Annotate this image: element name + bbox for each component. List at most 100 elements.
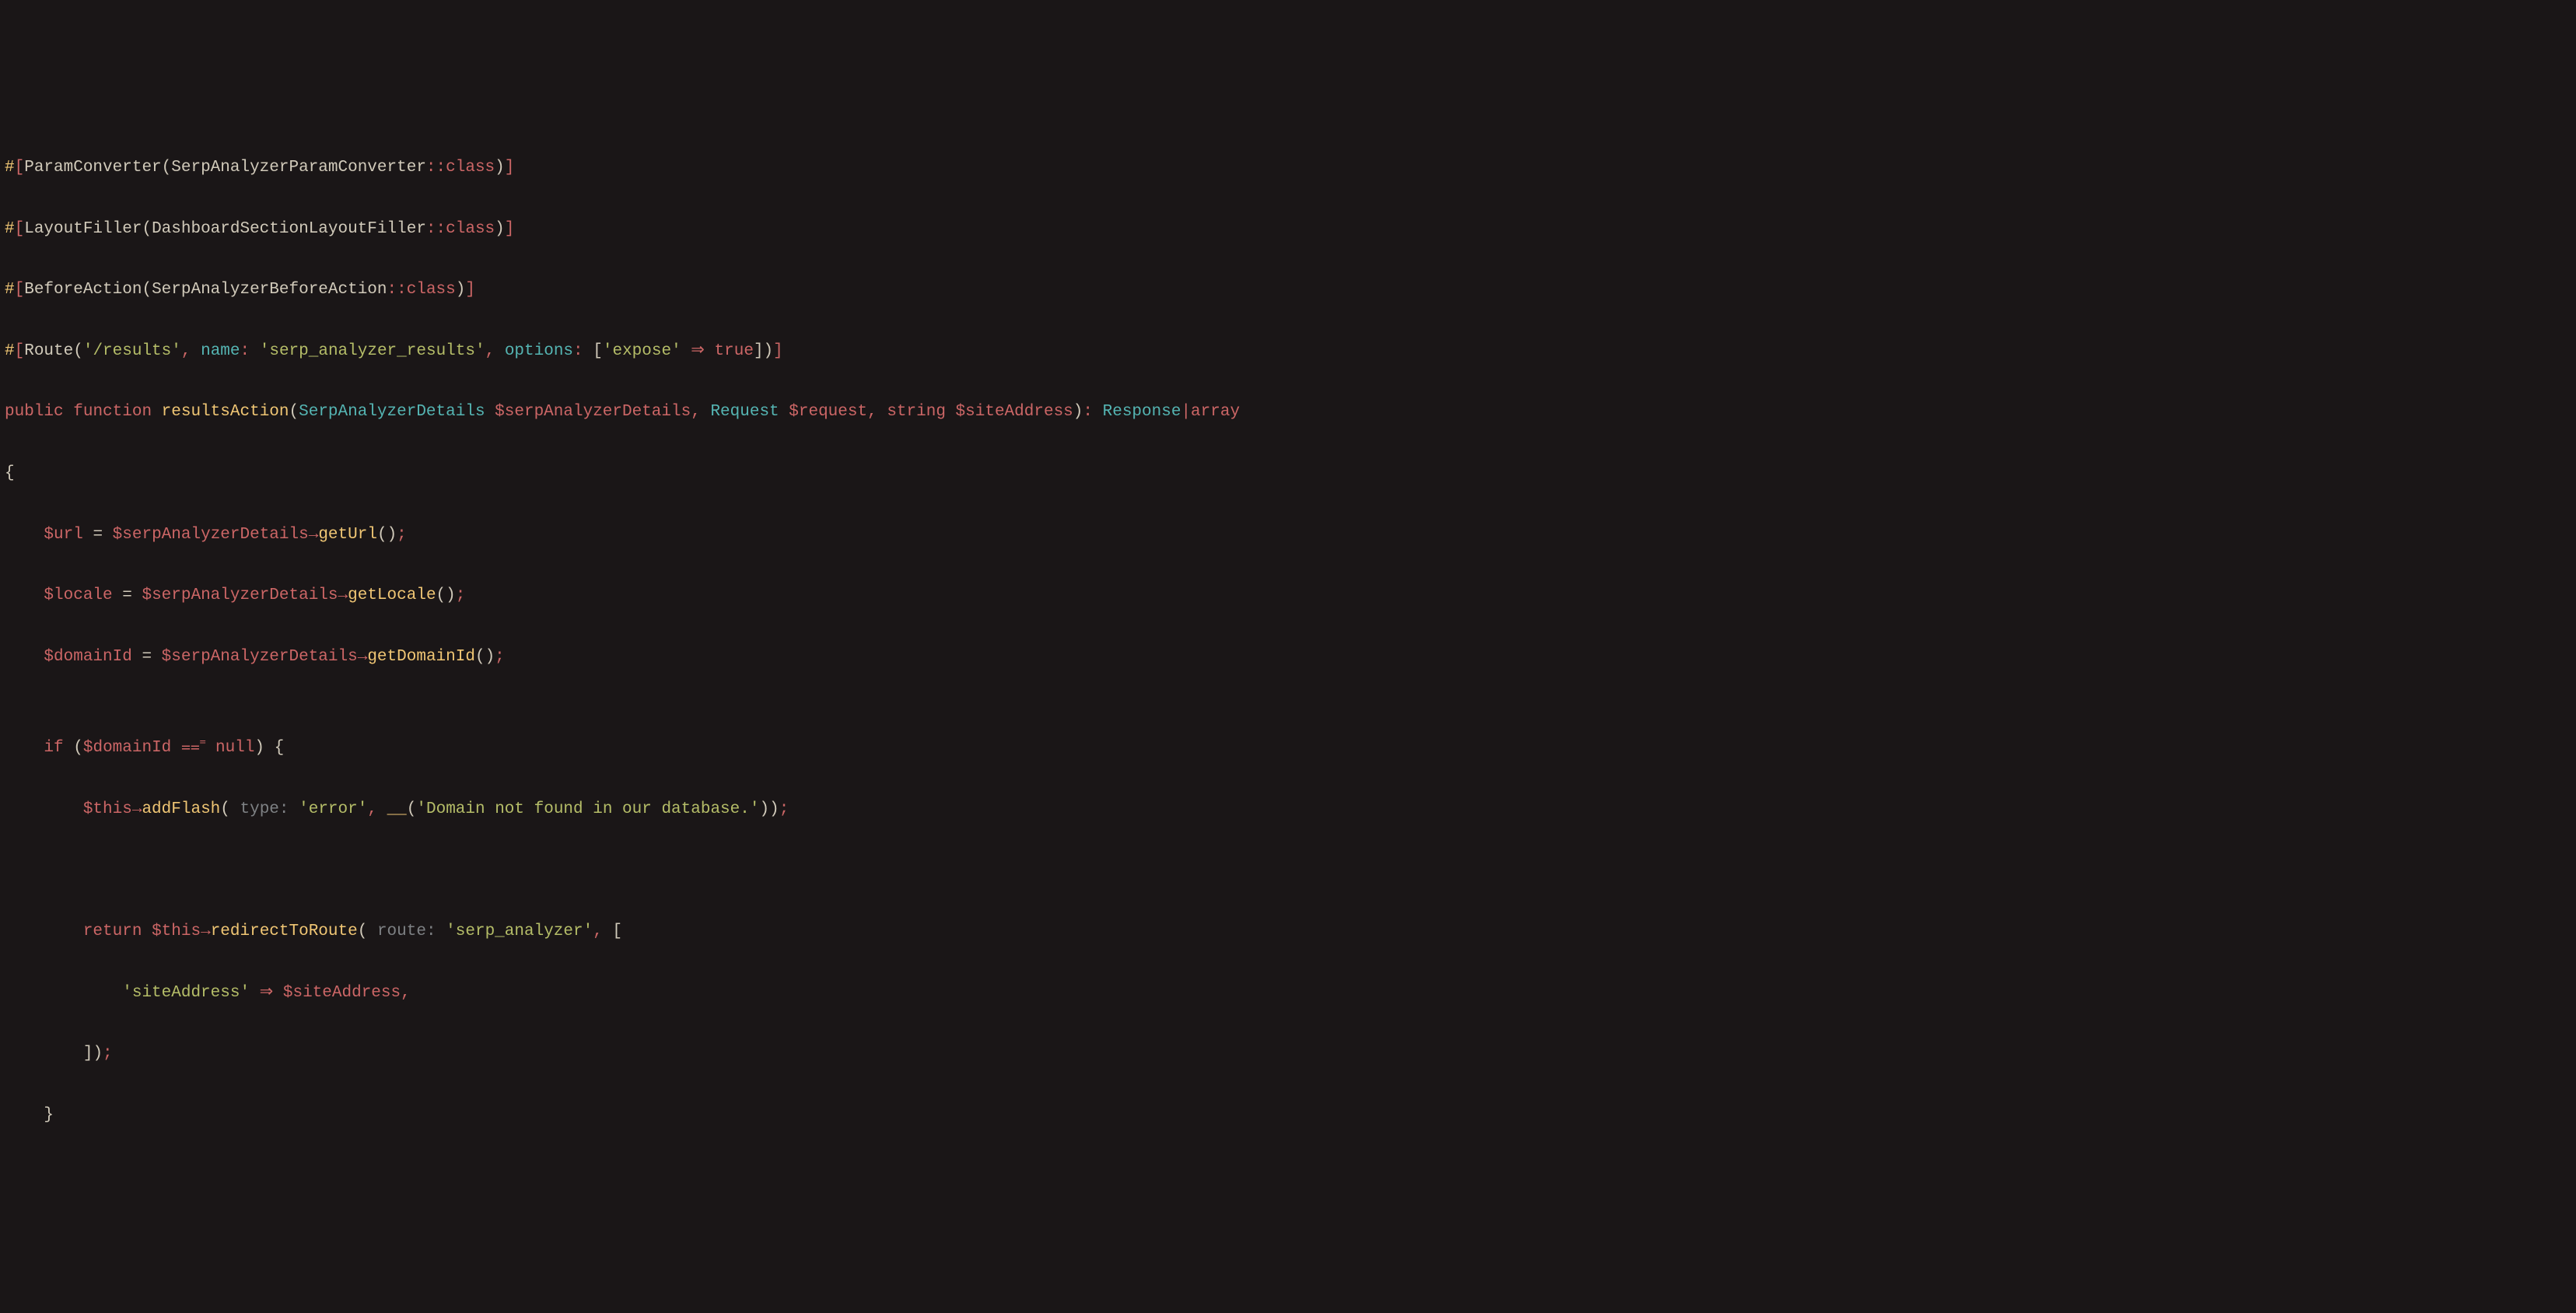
parameter-var: $request	[789, 403, 867, 421]
sq-bracket-open: [	[593, 342, 603, 360]
paren-open: (	[73, 739, 83, 757]
indent	[5, 861, 83, 879]
return-type: Response	[1103, 403, 1181, 421]
method-call: getLocale	[348, 586, 436, 604]
paren-open: (	[407, 800, 417, 818]
return-type-array: array	[1191, 403, 1240, 421]
named-arg: name	[201, 342, 240, 360]
code-line-7[interactable]: $url = $serpAnalyzerDetails→getUrl();	[5, 520, 2571, 550]
true-literal: true	[715, 342, 754, 360]
space	[583, 342, 593, 360]
string-literal: 'siteAddress'	[122, 984, 250, 1002]
colon: :	[1083, 403, 1093, 421]
space	[113, 586, 123, 604]
paren-close: )	[495, 220, 505, 238]
code-line-8[interactable]: $locale = $serpAnalyzerDetails→getLocale…	[5, 580, 2571, 611]
paren-open: (	[289, 403, 299, 421]
indent	[5, 586, 44, 604]
space	[779, 403, 789, 421]
bracket-open: [	[15, 281, 25, 299]
comma: ,	[181, 342, 191, 360]
indent	[5, 984, 122, 1002]
class-keyword: class	[446, 159, 495, 177]
code-line-15[interactable]: 'siteAddress' ⇒ $siteAddress,	[5, 978, 2571, 1008]
semicolon: ;	[103, 1045, 113, 1063]
code-line-4[interactable]: #[Route('/results', name: 'serp_analyzer…	[5, 336, 2571, 366]
space	[152, 403, 162, 421]
hash-token: #	[5, 342, 15, 360]
space	[485, 403, 495, 421]
paren-close: )	[456, 281, 466, 299]
brace-open: {	[275, 739, 285, 757]
string-literal: '/results'	[83, 342, 181, 360]
comma: ,	[367, 800, 377, 818]
space	[681, 342, 691, 360]
space	[705, 342, 715, 360]
paren-close: )	[764, 342, 774, 360]
return-keyword: return	[83, 923, 142, 940]
param-hint: type:	[240, 800, 289, 818]
fat-arrow: ⇒	[260, 984, 274, 1002]
code-line-9[interactable]: $domainId = $serpAnalyzerDetails→getDoma…	[5, 642, 2571, 672]
space	[191, 342, 201, 360]
space	[436, 923, 446, 940]
variable: $url	[44, 526, 82, 544]
string-literal: 'error'	[299, 800, 367, 818]
code-line-11[interactable]: if ($domainId ⩵⁼ null) {	[5, 733, 2571, 763]
variable: $domainId	[44, 648, 131, 666]
code-line-17[interactable]: }	[5, 1100, 2571, 1130]
code-line-14[interactable]: return $this→redirectToRoute( route: 'se…	[5, 916, 2571, 947]
code-line-5[interactable]: public function resultsAction(SerpAnalyz…	[5, 397, 2571, 427]
space	[64, 739, 74, 757]
code-line-3[interactable]: #[BeforeAction(SerpAnalyzerBeforeAction:…	[5, 275, 2571, 305]
code-line-16[interactable]: ]);	[5, 1038, 2571, 1069]
code-line-2[interactable]: #[LayoutFiller(DashboardSectionLayoutFil…	[5, 214, 2571, 244]
type-hint: SerpAnalyzerDetails	[299, 403, 485, 421]
method-call: redirectToRoute	[211, 923, 358, 940]
space	[230, 800, 240, 818]
method-call: addFlash	[142, 800, 220, 818]
method-call: getDomainId	[367, 648, 475, 666]
attribute-name: LayoutFiller	[24, 220, 142, 238]
paren-close: )	[759, 800, 769, 818]
code-line-1[interactable]: #[ParamConverter(SerpAnalyzerParamConver…	[5, 152, 2571, 183]
attribute-name: BeforeAction	[24, 281, 142, 299]
semicolon: ;	[456, 586, 466, 604]
code-line-6[interactable]: {	[5, 458, 2571, 488]
comma: ,	[867, 403, 877, 421]
hash-token: #	[5, 281, 15, 299]
code-line-blank[interactable]	[5, 855, 2571, 885]
space	[171, 739, 181, 757]
code-editor[interactable]: #[ParamConverter(SerpAnalyzerParamConver…	[0, 122, 2576, 1161]
space	[946, 403, 956, 421]
indent	[5, 923, 83, 940]
bracket-close: ]	[505, 220, 515, 238]
string-literal: 'expose'	[603, 342, 681, 360]
bracket-close: ]	[505, 159, 515, 177]
variable: $locale	[44, 586, 112, 604]
paren-close: )	[254, 739, 264, 757]
double-colon: ::	[426, 220, 446, 238]
indent	[5, 1045, 83, 1063]
attribute-name: Route	[24, 342, 73, 360]
comma: ,	[485, 342, 495, 360]
equals: =	[142, 648, 152, 666]
type-hint-builtin: string	[887, 403, 946, 421]
brace-open: {	[5, 464, 15, 482]
space	[83, 526, 93, 544]
string-literal: 'serp_analyzer_results'	[260, 342, 485, 360]
this-var: $this	[152, 923, 201, 940]
semicolon: ;	[397, 526, 407, 544]
variable: $serpAnalyzerDetails	[142, 586, 338, 604]
indent	[5, 739, 44, 757]
bracket-close: ]	[773, 342, 783, 360]
space	[152, 648, 162, 666]
paren-close: )	[446, 586, 456, 604]
code-line-12[interactable]: $this→addFlash( type: 'error', __('Domai…	[5, 794, 2571, 825]
space	[289, 800, 299, 818]
identity-op: ⩵⁼	[181, 739, 205, 757]
paren-open: (	[358, 923, 368, 940]
arrow-op: →	[132, 800, 142, 818]
double-colon: ::	[387, 281, 407, 299]
pipe: |	[1181, 403, 1191, 421]
